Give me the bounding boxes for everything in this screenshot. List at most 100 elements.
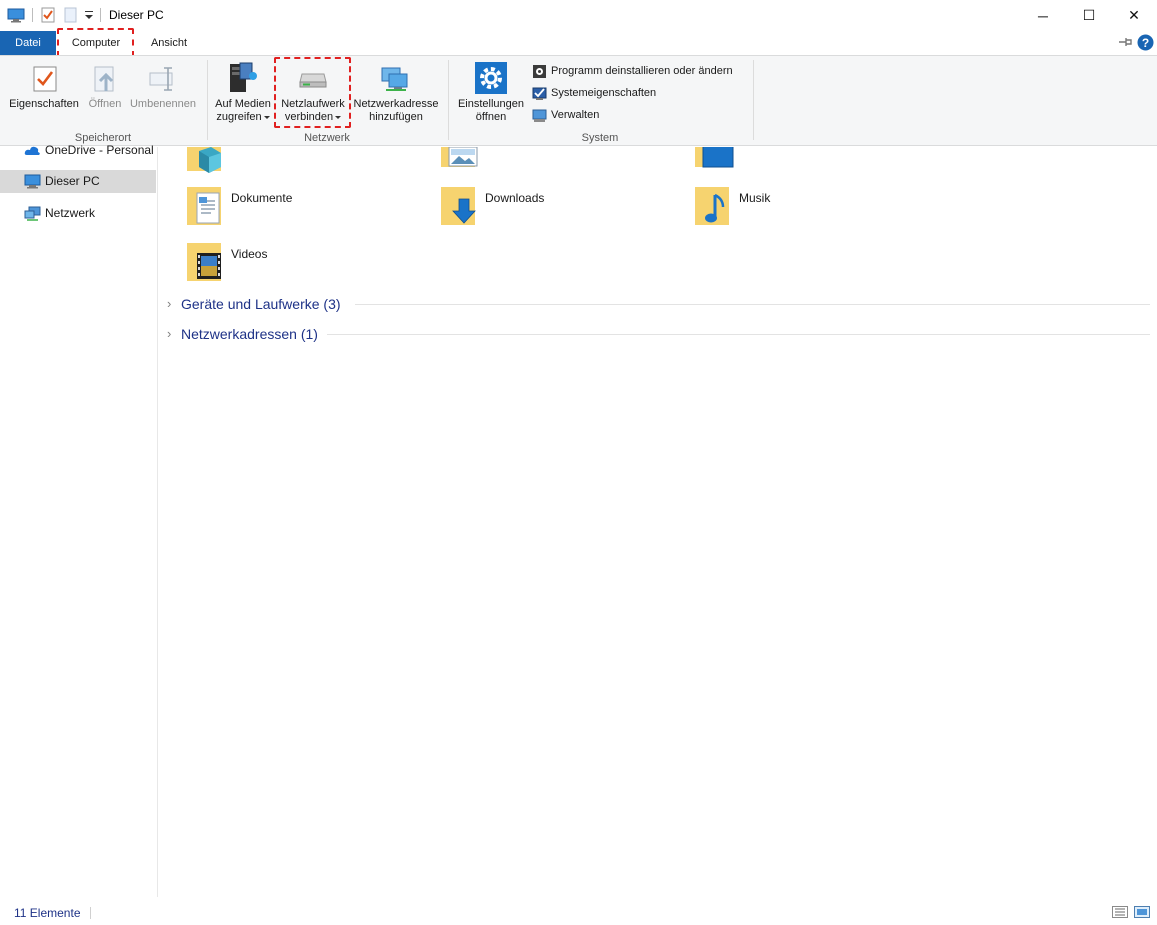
add-location-label-1: Netzwerkadresse <box>353 98 439 110</box>
window-title: Dieser PC <box>109 8 164 22</box>
uninstall-program-label: Programm deinstallieren oder ändern <box>551 65 733 77</box>
group-separator <box>207 60 208 140</box>
properties-button[interactable]: Eigenschaften <box>4 56 84 128</box>
settings-gear-icon <box>475 62 507 94</box>
svg-text:?: ? <box>1142 36 1149 50</box>
3d-objects-folder[interactable] <box>185 147 225 173</box>
large-icons-view-icon[interactable] <box>1134 906 1150 918</box>
folder-music[interactable]: Musik <box>693 183 893 231</box>
music-folder-icon <box>695 187 729 225</box>
sidebar-item-label: Dieser PC <box>45 174 100 188</box>
section-devices-drives[interactable]: › Geräte und Laufwerke (3) <box>167 294 367 314</box>
media-server-icon <box>230 62 257 92</box>
title-separator <box>100 8 101 22</box>
pin-ribbon-icon[interactable] <box>1118 36 1132 48</box>
folder-documents[interactable]: Dokumente <box>185 183 385 231</box>
documents-folder-icon <box>187 187 221 225</box>
section-divider <box>355 304 1150 305</box>
downloads-folder-icon <box>441 187 476 225</box>
sidebar-item-this-pc[interactable]: Dieser PC <box>0 170 156 193</box>
properties-icon <box>33 66 57 92</box>
open-button[interactable]: Öffnen <box>84 56 126 128</box>
map-drive-label-2: verbinden <box>276 111 350 124</box>
tab-computer[interactable]: Computer <box>62 31 130 55</box>
this-pc-icon <box>24 174 41 189</box>
folder-label: Videos <box>231 247 268 261</box>
folder-videos[interactable]: Videos <box>185 239 385 287</box>
group-separator <box>753 60 754 140</box>
navigation-pane: OneDrive - Personal Dieser PC Netzwerk <box>0 143 158 897</box>
system-properties-icon <box>532 87 547 100</box>
settings-label-2: öffnen <box>475 111 507 123</box>
section-label: Netzwerkadressen (1) <box>181 326 318 342</box>
status-separator <box>90 907 91 919</box>
group-label-network: Netzwerk <box>304 132 350 144</box>
access-media-label-1: Auf Medien <box>215 98 271 110</box>
title-bar: Dieser PC ─ ☐ ✕ <box>0 0 1157 31</box>
group-separator <box>448 60 449 140</box>
open-settings-button[interactable]: Einstellungen öffnen <box>452 56 530 128</box>
rename-icon <box>149 67 173 91</box>
sidebar-item-onedrive[interactable]: OneDrive - Personal <box>0 139 156 162</box>
3d-objects-folder-icon <box>187 147 221 173</box>
ribbon-tabs: Datei Computer Ansicht ? <box>0 28 1157 57</box>
sidebar-item-network[interactable]: Netzwerk <box>0 202 156 225</box>
group-label-system: System <box>581 132 619 144</box>
settings-label-1: Einstellungen <box>457 98 525 110</box>
pictures-folder[interactable] <box>439 147 479 169</box>
section-network-locations[interactable]: › Netzwerkadressen (1) <box>167 324 337 344</box>
customize-quick-access-button[interactable] <box>84 9 94 21</box>
open-label: Öffnen <box>88 98 122 110</box>
properties-quick-icon[interactable] <box>41 7 55 23</box>
access-media-button[interactable]: Auf Medien zugreifen <box>211 56 275 128</box>
pictures-folder-icon <box>441 147 478 167</box>
system-properties-button[interactable]: Systemeigenschaften <box>532 84 656 102</box>
section-divider <box>327 334 1150 335</box>
sidebar-item-label: Netzwerk <box>45 206 96 220</box>
folder-label: Musik <box>739 191 771 205</box>
tab-file[interactable]: Datei <box>0 31 56 55</box>
properties-label: Eigenschaften <box>9 98 79 110</box>
videos-folder-icon <box>187 243 221 281</box>
quick-access-separator <box>32 8 33 22</box>
manage-label: Verwalten <box>551 109 600 121</box>
desktop-folder[interactable] <box>693 147 737 169</box>
ribbon: Eigenschaften Öffnen Umbenennen Speicher… <box>0 55 1157 146</box>
desktop-folder-icon <box>695 147 734 168</box>
this-pc-icon <box>7 8 25 23</box>
manage-computer-icon <box>532 109 547 122</box>
uninstall-program-button[interactable]: Programm deinstallieren oder ändern <box>532 62 733 80</box>
tab-view[interactable]: Ansicht <box>140 31 198 55</box>
network-drive-icon <box>299 73 327 88</box>
maximize-button[interactable]: ☐ <box>1066 0 1112 31</box>
rename-button[interactable]: Umbenennen <box>126 56 200 128</box>
new-folder-quick-icon[interactable] <box>64 7 77 23</box>
details-view-icon[interactable] <box>1112 906 1128 918</box>
add-location-label-2: hinzufügen <box>369 111 423 123</box>
add-network-location-button[interactable]: Netzwerkadresse hinzufügen <box>352 56 440 128</box>
rename-label: Umbenennen <box>129 98 197 110</box>
open-icon <box>94 66 114 92</box>
folder-downloads[interactable]: Downloads <box>439 183 639 231</box>
system-properties-label: Systemeigenschaften <box>551 87 657 99</box>
uninstall-program-icon <box>533 64 546 78</box>
folder-label: Downloads <box>485 191 545 205</box>
close-button[interactable]: ✕ <box>1111 0 1157 31</box>
sidebar-item-label: OneDrive - Personal <box>45 143 154 157</box>
status-bar: 11 Elemente <box>0 897 1157 925</box>
network-location-icon <box>381 67 408 91</box>
chevron-right-icon: › <box>167 296 172 311</box>
access-media-label-2: zugreifen <box>211 111 275 124</box>
minimize-button[interactable]: ─ <box>1020 0 1066 31</box>
manage-button[interactable]: Verwalten <box>532 106 599 124</box>
help-icon[interactable]: ? <box>1137 34 1154 51</box>
content-pane: Dokumente Downloads Musik Videos › Gerät… <box>159 147 1157 897</box>
section-label: Geräte und Laufwerke (3) <box>181 296 341 312</box>
map-network-drive-button[interactable]: Netzlaufwerk verbinden <box>276 56 350 128</box>
folder-label: Dokumente <box>231 191 293 205</box>
item-count: 11 Elemente <box>14 906 81 920</box>
map-drive-label-1: Netzlaufwerk <box>281 98 345 110</box>
onedrive-cloud-icon <box>24 146 40 155</box>
network-icon <box>24 206 41 221</box>
chevron-right-icon: › <box>167 326 172 341</box>
